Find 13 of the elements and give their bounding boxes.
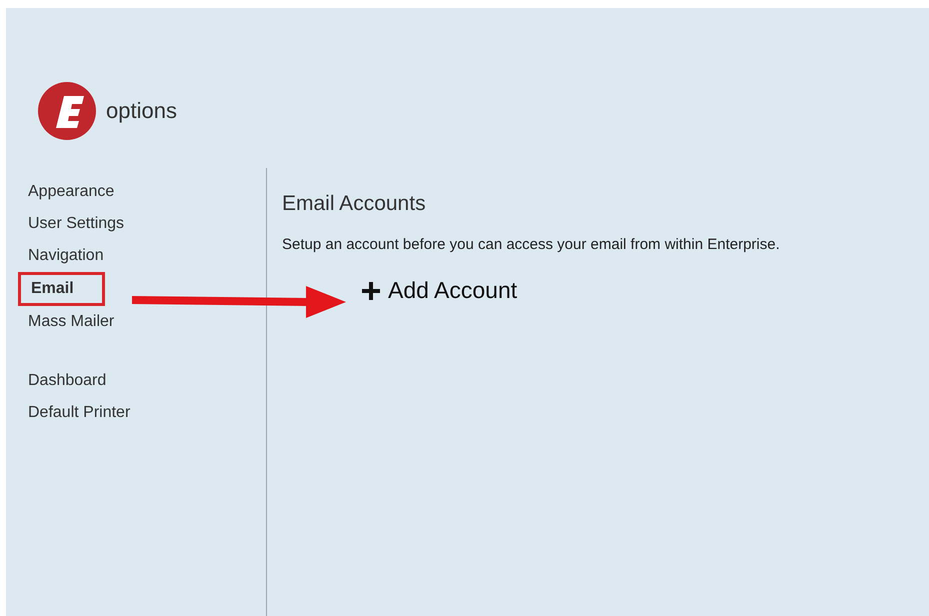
sidebar-item[interactable]: Dashboard [28, 365, 106, 397]
section-heading: Email Accounts [282, 192, 427, 216]
sidebar-item[interactable]: Default Printer [28, 397, 130, 429]
sidebar-item[interactable]: Mass Mailer [28, 306, 114, 338]
plus-icon [362, 282, 380, 300]
description-text: Setup an account before you can access your email from within Enterprise. [282, 236, 780, 253]
logo-icon [38, 82, 96, 140]
sidebar-item[interactable]: Navigation [28, 240, 104, 272]
sidebar-item[interactable]: Email [18, 272, 105, 306]
add-account-button[interactable]: Add Account [362, 277, 518, 304]
sidebar-item[interactable]: User Settings [28, 208, 124, 240]
sidebar-item[interactable]: Appearance [28, 176, 114, 208]
app-title: options [106, 98, 177, 124]
